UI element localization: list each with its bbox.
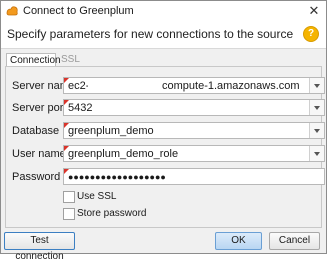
- use-ssl-label: Use SSL: [77, 191, 117, 202]
- chevron-down-icon[interactable]: [309, 100, 324, 115]
- server-name-value-prefix: ec2-: [68, 80, 90, 92]
- store-password-label: Store password: [77, 208, 147, 219]
- app-icon: [6, 6, 18, 16]
- tab-connection[interactable]: Connection: [6, 53, 61, 66]
- window-title: Connect to Greenplum: [23, 5, 134, 17]
- user-name-value: greenplum_demo_role: [68, 148, 179, 160]
- connection-panel: Server name ec2- compute-1.amazonaws.com…: [5, 66, 325, 228]
- redacted-area: [88, 78, 161, 93]
- database-value: greenplum_demo: [68, 125, 154, 137]
- server-name-field[interactable]: ec2- compute-1.amazonaws.com: [63, 77, 325, 94]
- server-port-field[interactable]: 5432: [63, 99, 325, 116]
- user-name-label: User name: [12, 148, 66, 160]
- dialog-header: Specify parameters for new connections t…: [1, 21, 326, 49]
- checkbox-icon[interactable]: [63, 191, 75, 203]
- tab-ssl[interactable]: SSL: [58, 53, 80, 66]
- server-name-value-suffix: compute-1.amazonaws.com: [162, 80, 300, 92]
- password-field[interactable]: ●●●●●●●●●●●●●●●●●●: [63, 168, 325, 185]
- database-label: Database: [12, 125, 60, 137]
- test-connection-button[interactable]: Test connection: [4, 232, 75, 262]
- user-name-field[interactable]: greenplum_demo_role: [63, 145, 325, 162]
- title-bar: Connect to Greenplum ✕: [1, 1, 326, 21]
- server-port-label: Server port: [12, 102, 67, 114]
- cancel-button[interactable]: Cancel: [269, 232, 320, 250]
- help-icon[interactable]: ?: [303, 26, 319, 42]
- chevron-down-icon[interactable]: [309, 146, 324, 161]
- checkbox-icon[interactable]: [63, 208, 75, 220]
- chevron-down-icon[interactable]: [309, 123, 324, 138]
- password-label: Password: [12, 171, 61, 183]
- connect-dialog: Connect to Greenplum ✕ Specify parameter…: [0, 0, 327, 262]
- close-icon[interactable]: ✕: [306, 3, 322, 19]
- server-port-value: 5432: [68, 102, 93, 114]
- chevron-down-icon[interactable]: [309, 78, 324, 93]
- header-text: Specify parameters for new connections t…: [7, 27, 294, 41]
- password-value: ●●●●●●●●●●●●●●●●●●: [68, 172, 166, 182]
- database-field[interactable]: greenplum_demo: [63, 122, 325, 139]
- ok-button[interactable]: OK: [215, 232, 262, 250]
